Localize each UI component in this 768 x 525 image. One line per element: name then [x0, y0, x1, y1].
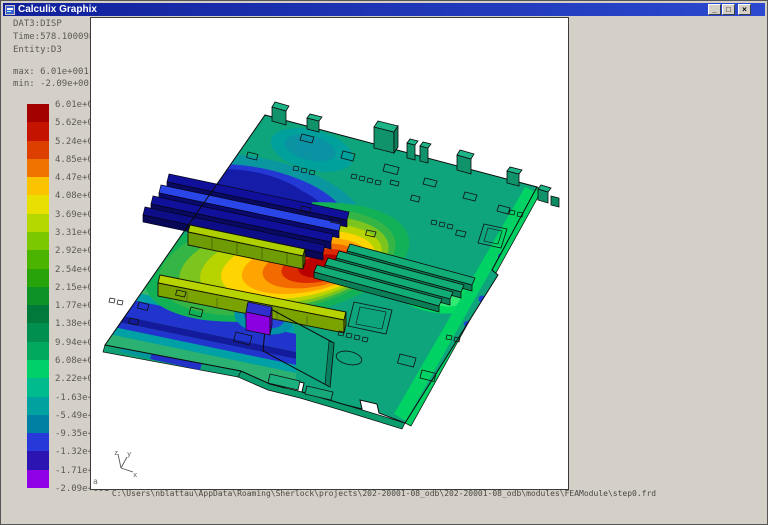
legend-band: [27, 470, 49, 488]
maximize-button[interactable]: □: [722, 4, 735, 15]
axis-x-label: x: [133, 471, 137, 478]
purple-tab: [246, 302, 272, 335]
legend-band: [27, 104, 49, 122]
legend-colorbar: [27, 104, 49, 488]
minimize-button[interactable]: _: [708, 4, 721, 15]
legend-band: [27, 451, 49, 469]
legend-band: [27, 122, 49, 140]
titlebar[interactable]: Calculix Graphix _ □ ×: [3, 3, 765, 16]
legend-band: [27, 177, 49, 195]
max-label: max: 6.01e+001: [13, 67, 89, 77]
legend-band: [27, 250, 49, 268]
window-title: Calculix Graphix: [18, 4, 708, 15]
legend-band: [27, 269, 49, 287]
time-label: Time:578.100098: [13, 32, 94, 42]
render-viewport[interactable]: z y x a: [90, 17, 569, 490]
min-label: min: -2.09e+001: [13, 79, 94, 89]
legend-band: [27, 232, 49, 250]
legend-band: [27, 397, 49, 415]
client-area: DAT3:DISP Time:578.100098 Entity:D3 max:…: [3, 16, 765, 522]
legend-band: [27, 342, 49, 360]
legend-band: [27, 214, 49, 232]
legend-band: [27, 323, 49, 341]
axis-y-label: y: [127, 450, 131, 458]
viewport-corner-glyph: a: [93, 477, 98, 486]
close-button[interactable]: ×: [738, 4, 751, 15]
axis-z-label: z: [114, 449, 118, 457]
app-icon: [5, 5, 15, 15]
legend-band: [27, 195, 49, 213]
axes-triad: z y x: [109, 448, 139, 478]
legend-band: [27, 287, 49, 305]
legend-band: [27, 360, 49, 378]
status-path: C:\Users\nblattau\AppData\Roaming\Sherlo…: [3, 489, 765, 509]
calculix-window: Calculix Graphix _ □ × DAT3:DISP Time:57…: [0, 0, 768, 525]
board-surface: [91, 18, 568, 489]
legend-band: [27, 378, 49, 396]
legend-band: [27, 141, 49, 159]
legend-band: [27, 305, 49, 323]
pcb-model: [91, 18, 568, 489]
entity-label: Entity:D3: [13, 45, 62, 55]
legend-band: [27, 159, 49, 177]
legend-band: [27, 415, 49, 433]
legend-band: [27, 433, 49, 451]
dataset-label: DAT3:DISP: [13, 19, 62, 29]
